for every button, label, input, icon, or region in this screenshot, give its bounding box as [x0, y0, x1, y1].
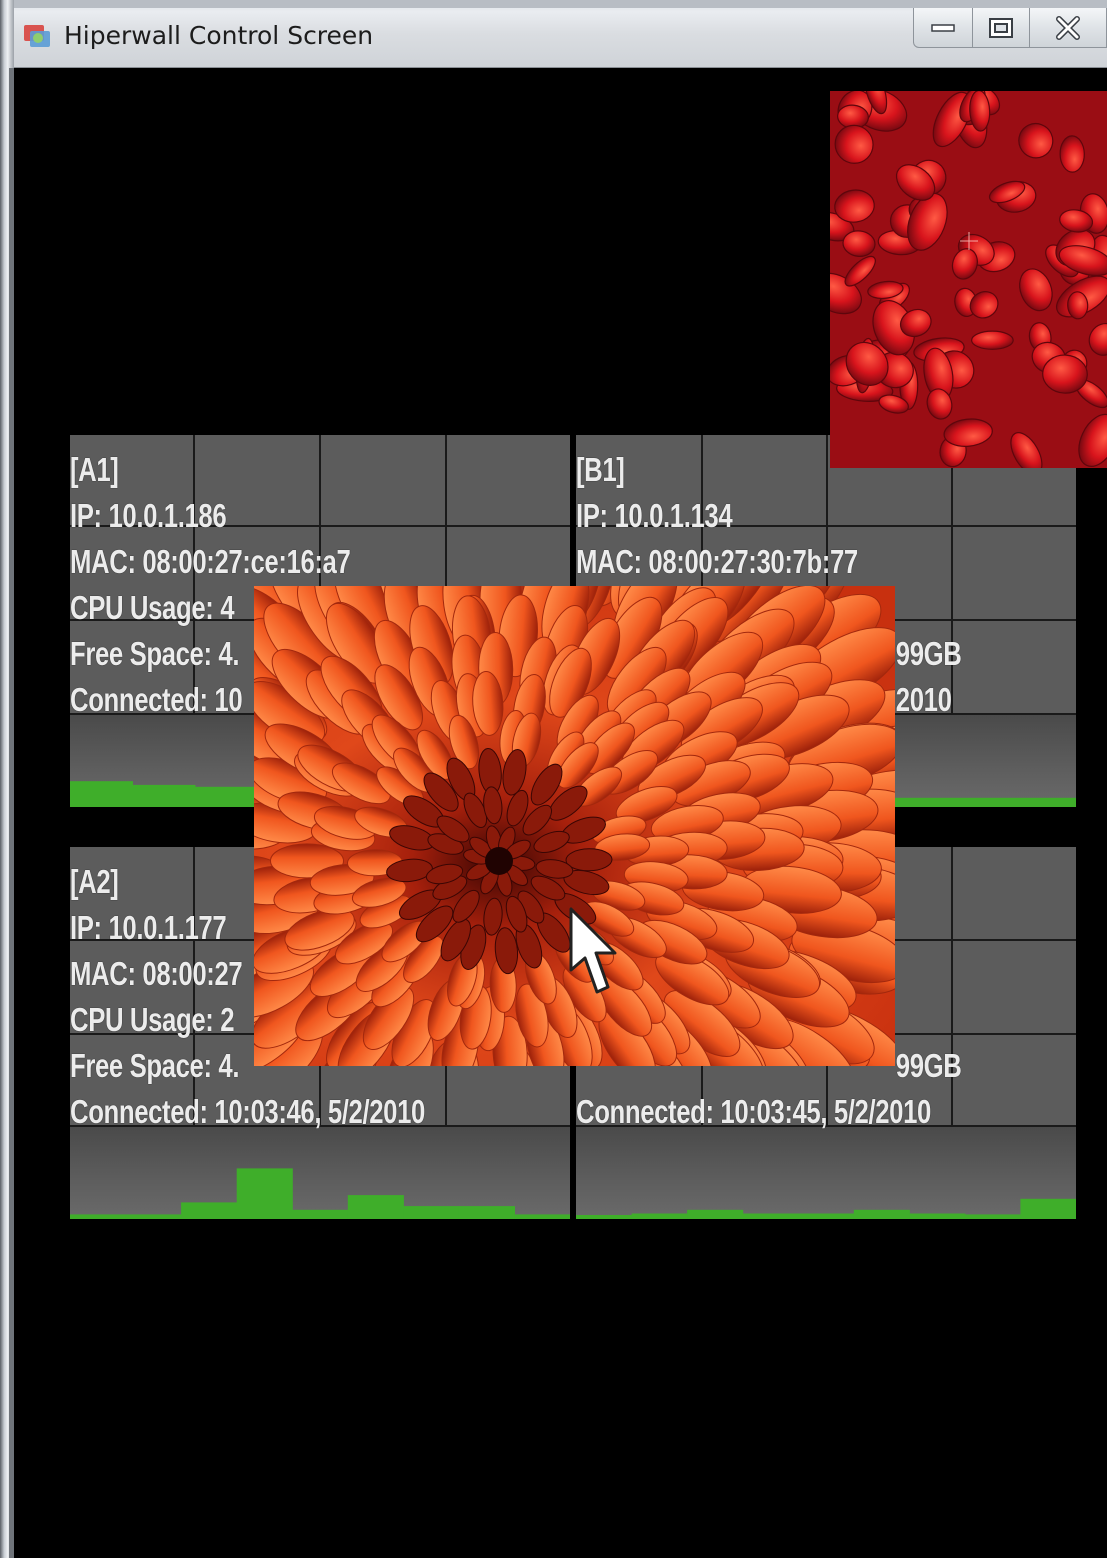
hiperwall-app-icon	[24, 25, 50, 47]
tile-ip: IP: 10.0.1.186	[70, 497, 227, 534]
red-petals-image[interactable]	[830, 91, 1107, 468]
cpu-usage-bar	[1020, 1198, 1076, 1219]
tile-ip: IP: 10.0.1.134	[576, 497, 733, 534]
cpu-usage-bar	[853, 1209, 910, 1219]
cpu-usage-bar	[70, 781, 133, 807]
cpu-usage-bar	[964, 1214, 1021, 1219]
cpu-usage-bar	[132, 784, 196, 807]
minimize-button[interactable]	[913, 8, 973, 48]
maximize-button[interactable]	[972, 8, 1030, 48]
hiperwall-window: Hiperwall Control Screen [A1] IP: 10.0.1…	[0, 0, 1107, 1558]
tile-mac: MAC: 08:00:27:30:7b:77	[576, 543, 858, 580]
cpu-usage-bar	[403, 1206, 460, 1219]
cpu-usage-bar	[576, 1215, 633, 1219]
title-bar-edge	[0, 0, 1107, 8]
close-icon	[1056, 15, 1080, 40]
cpu-usage-bar	[951, 797, 1076, 807]
minimize-icon	[931, 23, 955, 32]
cpu-usage-bar	[631, 1213, 688, 1219]
cpu-usage-bar	[798, 1213, 855, 1219]
cpu-usage-bar	[514, 1214, 570, 1219]
title-bar[interactable]: Hiperwall Control Screen	[0, 0, 1107, 68]
cpu-usage-chart	[70, 1168, 570, 1219]
cpu-usage-bar	[292, 1209, 349, 1219]
cpu-usage-bar	[742, 1213, 799, 1219]
close-button[interactable]	[1029, 8, 1107, 48]
tile-connected: Connected: 10:03:46, 5/2/2010	[70, 1093, 425, 1130]
mouse-pointer-icon	[569, 907, 617, 994]
cpu-usage-bar	[236, 1168, 293, 1219]
cpu-usage-bar	[195, 786, 258, 807]
maximize-icon	[989, 17, 1013, 38]
cpu-usage-bar	[347, 1195, 404, 1219]
cpu-usage-bar	[125, 1214, 182, 1219]
cpu-usage-bar	[909, 1213, 966, 1219]
cpu-usage-chart	[576, 1198, 1076, 1219]
tile-label: [A1]	[70, 451, 119, 488]
cpu-usage-bar	[181, 1202, 238, 1219]
window-left-border	[0, 0, 14, 1558]
cpu-usage-bar	[687, 1209, 744, 1219]
window-title: Hiperwall Control Screen	[64, 21, 374, 50]
cpu-usage-bar	[458, 1206, 515, 1219]
cpu-usage-bar	[70, 1214, 127, 1219]
tile-mac: MAC: 08:00:27:ce:16:a7	[70, 543, 351, 580]
tile-connected: Connected: 10:03:45, 5/2/2010	[576, 1093, 931, 1130]
